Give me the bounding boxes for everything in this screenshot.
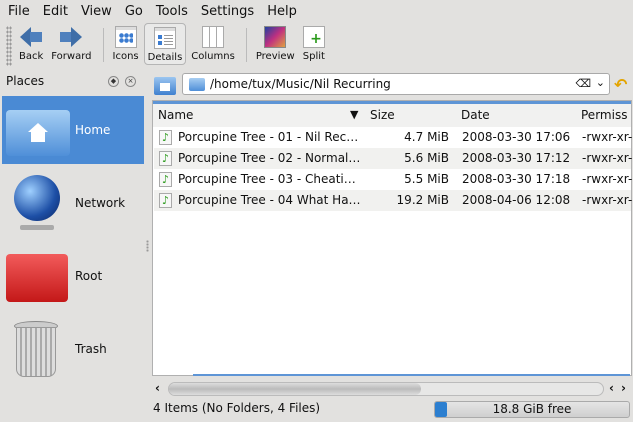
icons-view-icon [114, 26, 137, 48]
clear-location-icon[interactable]: ⌫ [575, 77, 591, 90]
toolbar-grip[interactable] [6, 26, 12, 66]
audio-file-icon: ♪ [159, 151, 172, 166]
file-permissions: -rwxr-xr-: [582, 151, 633, 165]
forward-button[interactable]: Forward [48, 22, 94, 66]
columns-view-icon [202, 26, 225, 48]
home-location-button[interactable] [154, 77, 176, 95]
horizontal-scrollbar[interactable] [168, 382, 604, 396]
free-space-bar: 18.8 GiB free [434, 401, 630, 418]
icons-view-button[interactable]: Icons [110, 22, 142, 66]
used-space-fill [435, 402, 447, 417]
scrollbar-thumb[interactable] [169, 383, 421, 395]
places-title: Places [6, 74, 45, 88]
file-date: 2008-03-30 17:12 [462, 151, 571, 165]
menu-edit[interactable]: Edit [43, 4, 68, 19]
panel-splitter[interactable] [146, 240, 149, 252]
file-name: Porcupine Tree - 04 What Ha… [178, 193, 361, 207]
menu-help[interactable]: Help [267, 4, 297, 19]
table-row[interactable]: ♪ Porcupine Tree - 02 - Normal… 5.6 MiB … [154, 148, 633, 169]
undo-icon[interactable]: ↶ [614, 75, 627, 94]
menu-go[interactable]: Go [125, 4, 143, 19]
preview-button[interactable]: Preview [253, 22, 298, 66]
scroll-right-icon[interactable]: › [621, 381, 626, 395]
file-size: 19.2 MiB [396, 193, 449, 207]
menu-view[interactable]: View [81, 4, 112, 19]
home-folder-icon [6, 100, 70, 160]
list-bottom-highlight [193, 374, 630, 376]
table-row[interactable]: ♪ Porcupine Tree - 04 What Ha… 19.2 MiB … [154, 190, 633, 211]
places-item-network[interactable]: Network [2, 169, 144, 237]
menu-settings[interactable]: Settings [201, 4, 254, 19]
file-name: Porcupine Tree - 01 - Nil Rec… [178, 130, 359, 144]
file-date: 2008-03-30 17:18 [462, 172, 571, 186]
places-panel: Places ◆ × Home Network Root Trash [0, 72, 146, 422]
column-permissions[interactable]: Permiss [581, 108, 627, 122]
trash-can-icon [6, 319, 66, 379]
places-item-root[interactable]: Root [2, 242, 144, 310]
free-space-text: 18.8 GiB free [492, 402, 572, 416]
audio-file-icon: ♪ [159, 193, 172, 208]
location-path: /home/tux/Music/Nil Recurring [210, 77, 391, 91]
file-list[interactable]: Name ▼ Size Date Permiss ♪ Porcupine Tre… [152, 100, 633, 376]
places-float-button[interactable]: ◆ [108, 76, 119, 87]
back-button[interactable]: Back [16, 22, 46, 66]
menu-tools[interactable]: Tools [156, 4, 188, 19]
split-view-icon: + [302, 26, 325, 48]
toolbar-separator [102, 28, 104, 62]
column-size[interactable]: Size [370, 108, 395, 122]
audio-file-icon: ♪ [159, 130, 172, 145]
forward-arrow-icon [60, 26, 83, 48]
scroll-left-icon[interactable]: ‹ [155, 381, 160, 395]
root-folder-icon [6, 246, 68, 306]
audio-file-icon: ♪ [159, 172, 172, 187]
details-view-button[interactable]: Details [143, 23, 187, 65]
scroll-left-icon[interactable]: ‹ [609, 381, 614, 395]
table-row[interactable]: ♪ Porcupine Tree - 03 - Cheati… 5.5 MiB … [154, 169, 633, 190]
menubar: File Edit View Go Tools Settings Help [0, 0, 633, 22]
file-permissions: -rwxr-xr-: [582, 130, 633, 144]
list-header: Name ▼ Size Date Permiss [153, 101, 631, 127]
details-view-icon [153, 27, 176, 49]
location-bar[interactable]: /home/tux/Music/Nil Recurring ⌫ ⌄ [182, 73, 610, 95]
network-globe-icon [6, 173, 66, 233]
file-name: Porcupine Tree - 03 - Cheati… [178, 172, 356, 186]
places-item-trash[interactable]: Trash [2, 315, 144, 383]
split-button[interactable]: + Split [300, 22, 328, 66]
column-name[interactable]: Name [158, 108, 193, 122]
folder-icon [189, 77, 205, 91]
places-item-home[interactable]: Home [2, 96, 144, 164]
file-permissions: -rwxr-xr-: [582, 172, 633, 186]
columns-view-button[interactable]: Columns [188, 22, 238, 66]
preview-balloon-icon [264, 26, 287, 48]
file-date: 2008-04-06 12:08 [462, 193, 571, 207]
file-date: 2008-03-30 17:06 [462, 130, 571, 144]
file-name: Porcupine Tree - 02 - Normal… [178, 151, 361, 165]
file-size: 4.7 MiB [404, 130, 449, 144]
file-size: 5.6 MiB [404, 151, 449, 165]
back-arrow-icon [20, 26, 43, 48]
toolbar-separator [245, 28, 247, 62]
toolbar: Back Forward Icons Details Columns Previ… [0, 22, 633, 68]
places-close-button[interactable]: × [125, 76, 136, 87]
file-size: 5.5 MiB [404, 172, 449, 186]
status-text: 4 Items (No Folders, 4 Files) [153, 401, 321, 415]
location-dropdown-chevron-icon[interactable]: ⌄ [596, 76, 605, 89]
table-row[interactable]: ♪ Porcupine Tree - 01 - Nil Rec… 4.7 MiB… [154, 127, 633, 148]
menu-file[interactable]: File [8, 4, 30, 19]
sort-chevron-down-icon[interactable]: ▼ [350, 108, 358, 121]
file-permissions: -rwxr-xr-: [582, 193, 633, 207]
column-date[interactable]: Date [461, 108, 490, 122]
